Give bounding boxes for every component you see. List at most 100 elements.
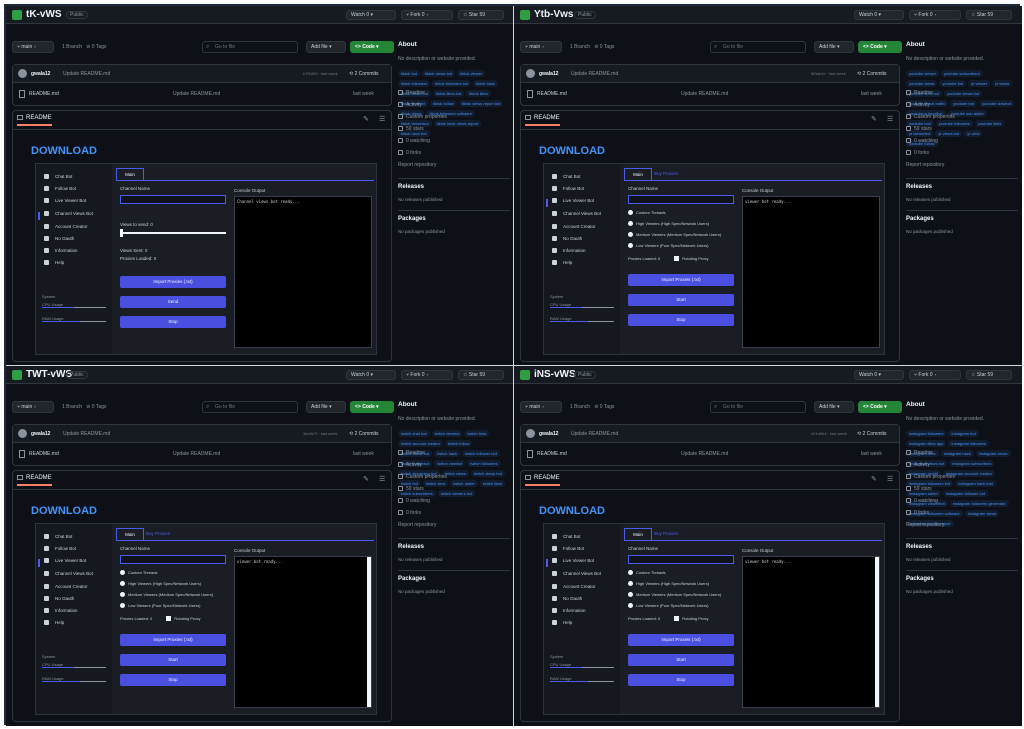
- commit-author[interactable]: gwala12: [31, 431, 50, 437]
- topic-tag[interactable]: youtube views: [906, 80, 938, 87]
- topic-tag[interactable]: twitch viewbot: [434, 460, 466, 467]
- app-sidebar-item[interactable]: Channel Views Bot: [552, 571, 601, 581]
- topic-tag[interactable]: instagram followers: [906, 430, 947, 437]
- fork-button[interactable]: ⑂ Fork 0 ▾: [401, 10, 453, 20]
- channel-name-input[interactable]: [120, 195, 226, 204]
- app-sidebar-item[interactable]: No Oauth: [552, 236, 582, 246]
- commit-message[interactable]: Update README.md: [571, 431, 618, 437]
- go-to-file-input[interactable]: ⌕ Go to file: [710, 41, 806, 53]
- app-sidebar-item[interactable]: Follow Bot: [44, 546, 76, 556]
- topic-tag[interactable]: tiktok bot: [398, 70, 421, 77]
- releases-heading[interactable]: Releases: [398, 544, 424, 550]
- app-sidebar-item[interactable]: Live Viewer Bot: [44, 558, 86, 568]
- avatar[interactable]: [18, 69, 27, 78]
- activity-link[interactable]: Activity: [906, 462, 930, 468]
- app-sidebar-item[interactable]: Information: [44, 608, 78, 618]
- app-sidebar-item[interactable]: No Oauth: [44, 236, 74, 246]
- radio-high-viewers[interactable]: High Viewers (High Spec/Network Users): [120, 581, 201, 587]
- outline-icon[interactable]: ☰: [887, 475, 893, 483]
- avatar[interactable]: [526, 429, 535, 438]
- stars-link[interactable]: 59 stars: [906, 126, 932, 132]
- app-sidebar-item[interactable]: Help: [552, 260, 572, 270]
- topic-tag[interactable]: instagram subscribers: [949, 460, 995, 467]
- download-heading[interactable]: DOWNLOAD: [31, 505, 97, 517]
- console-scrollbar[interactable]: [875, 557, 879, 707]
- pencil-icon[interactable]: ✎: [871, 475, 877, 483]
- tab-main[interactable]: Main: [116, 168, 144, 180]
- pencil-icon[interactable]: ✎: [871, 115, 877, 123]
- readme-link[interactable]: Readme: [398, 450, 425, 456]
- app-sidebar-item[interactable]: Help: [44, 620, 64, 630]
- start-button[interactable]: Start: [628, 654, 734, 666]
- forks-link[interactable]: 0 forks: [906, 510, 929, 516]
- topic-tag[interactable]: twitch likes: [479, 480, 506, 487]
- app-sidebar-item[interactable]: Chat Bot: [44, 174, 73, 184]
- radio-high-viewers[interactable]: High Viewers (High Spec/Network Users): [628, 581, 709, 587]
- watch-button[interactable]: Watch 0 ▾: [346, 370, 396, 380]
- console-output[interactable]: viewer bot ready...: [742, 556, 880, 708]
- topic-tag[interactable]: youtube followers: [935, 120, 973, 127]
- app-sidebar-item[interactable]: Channel Views Bot: [552, 211, 601, 221]
- watching-link[interactable]: 0 watching: [906, 138, 938, 144]
- fork-button[interactable]: ⑂ Fork 0 ▾: [909, 370, 961, 380]
- import-proxies-button[interactable]: Import Proxies (.txt): [120, 276, 226, 288]
- app-sidebar-item[interactable]: Chat Bot: [552, 534, 581, 544]
- topic-tag[interactable]: instagram follower bot: [942, 490, 989, 497]
- releases-heading[interactable]: Releases: [398, 184, 424, 190]
- file-name[interactable]: README.md: [29, 451, 59, 457]
- commit-count[interactable]: ⟲ 2 Commits: [349, 431, 379, 437]
- views-slider[interactable]: [120, 229, 226, 237]
- topic-tag[interactable]: tiktok follow: [430, 100, 457, 107]
- topic-tag[interactable]: tiktok likes: [466, 90, 491, 97]
- radio-low-viewers[interactable]: Low Viewers (Poor Spec/Network Users): [628, 243, 708, 249]
- app-sidebar-item[interactable]: Follow Bot: [552, 546, 584, 556]
- watch-button[interactable]: Watch 0 ▾: [854, 10, 904, 20]
- fork-button[interactable]: ⑂ Fork 0 ▾: [909, 10, 961, 20]
- go-to-file-input[interactable]: ⌕ Go to file: [202, 401, 298, 413]
- topic-tag[interactable]: instagram followers generator: [949, 500, 1009, 507]
- app-sidebar-item[interactable]: Account Creator: [552, 584, 596, 594]
- file-name[interactable]: README.md: [29, 91, 59, 97]
- topic-tag[interactable]: instagram views: [975, 450, 1011, 457]
- code-button[interactable]: <> Code ▾: [858, 41, 902, 53]
- console-output[interactable]: viewer bot ready...: [742, 196, 880, 348]
- slider-knob[interactable]: [120, 229, 123, 237]
- code-button[interactable]: <> Code ▾: [858, 401, 902, 413]
- topic-tag[interactable]: twitch bots: [464, 430, 490, 437]
- code-button[interactable]: <> Code ▾: [350, 401, 394, 413]
- rotating-proxy-checkbox[interactable]: [166, 616, 172, 622]
- topic-tag[interactable]: yt views: [992, 80, 1013, 87]
- topic-tag[interactable]: twitch hack: [434, 450, 461, 457]
- file-name[interactable]: README.md: [537, 451, 567, 457]
- radio-low-viewers[interactable]: Low Viewers (Poor Spec/Network Users): [628, 603, 708, 609]
- readme-tab[interactable]: README: [17, 115, 52, 127]
- topic-tag[interactable]: twitch account creator: [398, 440, 443, 447]
- activity-link[interactable]: Activity: [398, 102, 422, 108]
- topic-tag[interactable]: tiktok followers bot: [432, 80, 472, 87]
- app-sidebar-item[interactable]: Information: [44, 248, 78, 258]
- topic-tag[interactable]: twitch views bot: [470, 470, 505, 477]
- branch-select[interactable]: ⑂ main ▾: [12, 41, 54, 53]
- topic-tag[interactable]: tiktok likes bot: [433, 90, 465, 97]
- app-sidebar-item[interactable]: Information: [552, 608, 586, 618]
- topic-tag[interactable]: tiktok views bot: [422, 70, 456, 77]
- tab-buy-proxies[interactable]: Buy Proxies: [654, 168, 678, 180]
- pencil-icon[interactable]: ✎: [363, 475, 369, 483]
- readme-tab[interactable]: README: [525, 475, 560, 487]
- forks-link[interactable]: 0 forks: [398, 510, 421, 516]
- topic-tag[interactable]: twitch chat bot: [398, 430, 430, 437]
- add-file-button[interactable]: Add file ▾: [306, 41, 346, 53]
- import-proxies-button[interactable]: Import Proxies (.txt): [628, 634, 734, 646]
- app-sidebar-item[interactable]: Account Creator: [552, 224, 596, 234]
- watch-button[interactable]: Watch 0 ▾: [854, 370, 904, 380]
- watch-button[interactable]: Watch 0 ▾: [346, 10, 396, 20]
- file-commit-message[interactable]: Update README.md: [681, 91, 728, 97]
- topic-tag[interactable]: twitch view: [422, 480, 449, 487]
- topic-tag[interactable]: tiktok hack: [473, 80, 499, 87]
- readme-tab[interactable]: README: [525, 115, 560, 127]
- import-proxies-button[interactable]: Import Proxies (.txt): [628, 274, 734, 286]
- pencil-icon[interactable]: ✎: [363, 115, 369, 123]
- app-sidebar-item[interactable]: Follow Bot: [44, 186, 76, 196]
- readme-tab[interactable]: README: [17, 475, 52, 487]
- topic-tag[interactable]: youtube viewer: [906, 70, 939, 77]
